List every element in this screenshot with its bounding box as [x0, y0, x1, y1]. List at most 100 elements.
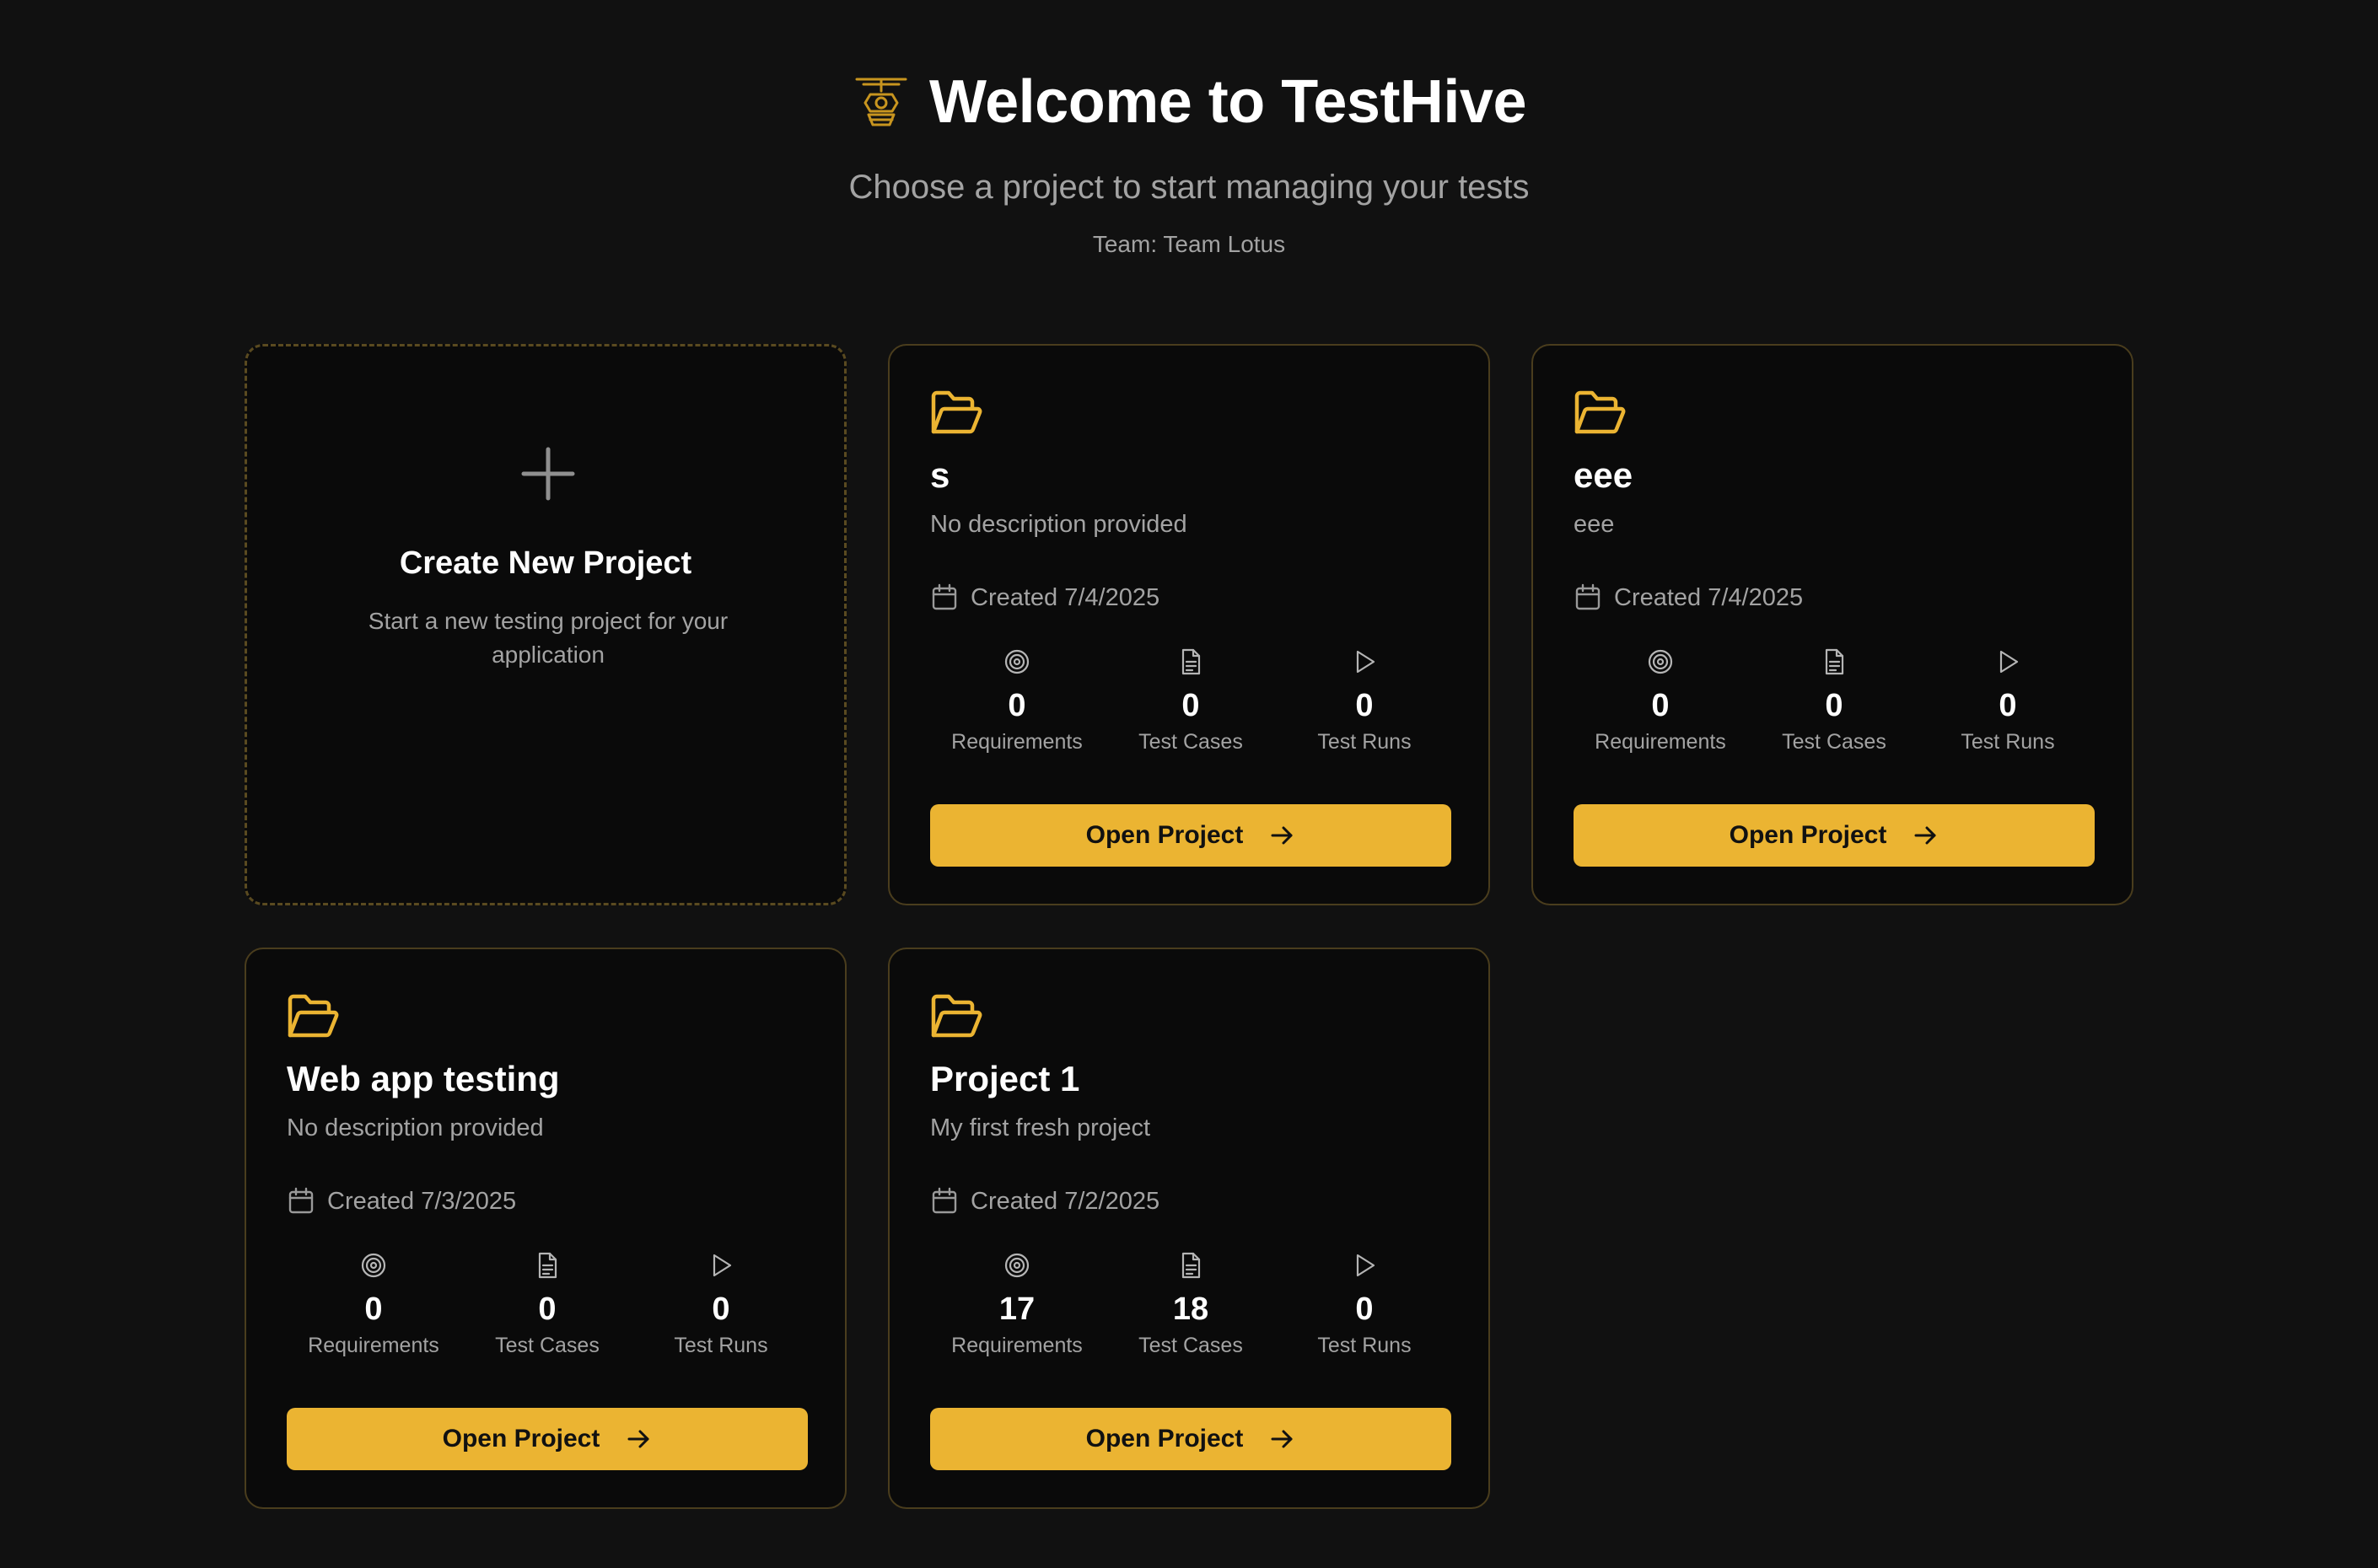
project-stats: 0 Requirements 0 Test Cases 0 Test Runs: [1574, 647, 2095, 765]
stat-label: Test Runs: [1961, 730, 2055, 754]
folder-open-icon: [288, 994, 339, 1038]
open-project-button[interactable]: Open Project: [930, 1408, 1451, 1470]
project-selection-page: Welcome to TestHive Choose a project to …: [0, 0, 2378, 1568]
open-project-label: Open Project: [1729, 821, 1887, 849]
stat-value: 17: [998, 1291, 1036, 1327]
document-icon: [1181, 1252, 1201, 1279]
stat-label: Test Runs: [674, 1334, 768, 1357]
project-name: Web app testing: [287, 1059, 560, 1098]
folder-open-icon: [1574, 390, 1626, 434]
calendar-icon: [1575, 583, 1601, 610]
document-icon: [1181, 648, 1201, 675]
target-icon: [1004, 1253, 1030, 1278]
calendar-icon: [288, 1187, 314, 1214]
project-card: Web app testing No description provided …: [245, 948, 847, 1509]
stat-value: 0: [1355, 1291, 1374, 1327]
stat-value: 0: [1999, 688, 2017, 723]
project-stats: 0 Requirements 0 Test Cases 0 Test Runs: [287, 1251, 808, 1369]
page-subtitle: Choose a project to start managing your …: [848, 169, 1530, 206]
project-stats: 0 Requirements 0 Test Cases 0 Test Runs: [930, 647, 1451, 765]
arrow-right-icon: [1271, 1430, 1293, 1448]
stat-label: Requirements: [308, 1334, 439, 1357]
open-project-button[interactable]: Open Project: [930, 804, 1451, 867]
stat-value: 0: [1355, 688, 1374, 723]
stat-label: Test Cases: [495, 1334, 600, 1357]
project-card: Project 1 My first fresh project Created…: [888, 948, 1490, 1509]
create-project-title: Create New Project: [399, 545, 692, 581]
arrow-right-icon: [1914, 826, 1936, 845]
stat-test-cases: 18 Test Cases: [1104, 1251, 1278, 1369]
stat-label: Requirements: [951, 1334, 1083, 1357]
stat-label: Test Cases: [1138, 730, 1243, 754]
project-created-date: Created 7/4/2025: [930, 583, 1159, 612]
document-icon: [538, 1252, 557, 1279]
arrow-right-icon: [1271, 826, 1293, 845]
stat-label: Test Cases: [1782, 730, 1886, 754]
stat-value: 0: [712, 1291, 730, 1327]
project-description: eee: [1574, 511, 1615, 538]
stat-value: 0: [1651, 688, 1670, 723]
stat-value: 0: [1008, 688, 1026, 723]
project-description: No description provided: [287, 1114, 544, 1141]
stat-value: 0: [1181, 688, 1200, 723]
stat-requirements: 0 Requirements: [930, 647, 1104, 765]
open-project-label: Open Project: [442, 1425, 600, 1453]
play-icon: [713, 1254, 732, 1277]
play-icon: [1356, 650, 1375, 674]
document-icon: [1825, 648, 1844, 675]
created-label: Created 7/4/2025: [1614, 583, 1804, 611]
open-project-label: Open Project: [1085, 821, 1244, 849]
created-label: Created 7/2/2025: [971, 1187, 1160, 1215]
stat-test-cases: 0 Test Cases: [1747, 647, 1921, 765]
open-project-button[interactable]: Open Project: [287, 1408, 808, 1470]
stat-label: Test Runs: [1317, 1334, 1412, 1357]
arrow-right-icon: [627, 1430, 649, 1448]
hive-drone-icon: [855, 78, 907, 126]
project-stats: 17 Requirements 18 Test Cases 0 Test Run…: [930, 1251, 1451, 1369]
calendar-icon: [932, 1187, 957, 1214]
play-icon: [1356, 1254, 1375, 1277]
stat-test-runs: 0 Test Runs: [1278, 1251, 1451, 1369]
project-card: s No description provided Created 7/4/20…: [888, 344, 1490, 905]
project-name: s: [930, 455, 950, 495]
page-title: Welcome to TestHive: [928, 68, 1527, 136]
create-project-description: Start a new testing project for your app…: [368, 608, 729, 668]
team-label: Team: Team Lotus: [1092, 231, 1286, 257]
project-name: eee: [1574, 455, 1633, 495]
created-label: Created 7/4/2025: [971, 583, 1160, 611]
stat-test-runs: 0 Test Runs: [1278, 647, 1451, 765]
project-name: Project 1: [930, 1059, 1080, 1098]
stat-label: Test Runs: [1317, 730, 1412, 754]
stat-value: 0: [538, 1291, 557, 1327]
project-created-date: Created 7/2/2025: [930, 1187, 1159, 1216]
project-description: No description provided: [930, 511, 1187, 538]
project-created-date: Created 7/3/2025: [287, 1187, 516, 1216]
stat-test-cases: 0 Test Cases: [1104, 647, 1278, 765]
stat-value: 0: [364, 1291, 383, 1327]
project-description: My first fresh project: [930, 1114, 1151, 1141]
stat-label: Requirements: [951, 730, 1083, 754]
create-project-card[interactable]: Create New Project Start a new testing p…: [245, 344, 847, 905]
stat-label: Test Cases: [1138, 1334, 1243, 1357]
title-row: Welcome to TestHive: [0, 67, 2378, 137]
target-icon: [1004, 649, 1030, 674]
stat-value: 0: [1825, 688, 1843, 723]
calendar-icon: [932, 583, 957, 610]
stat-test-runs: 0 Test Runs: [1921, 647, 2095, 765]
project-created-date: Created 7/4/2025: [1574, 583, 1803, 612]
plus-icon: [521, 447, 575, 501]
stat-value: 18: [1172, 1291, 1209, 1327]
play-icon: [1999, 650, 2019, 674]
target-icon: [361, 1253, 386, 1278]
created-label: Created 7/3/2025: [327, 1187, 517, 1215]
project-card: eee eee Created 7/4/2025 0 Requirements …: [1531, 344, 2133, 905]
open-project-button[interactable]: Open Project: [1574, 804, 2095, 867]
stat-requirements: 0 Requirements: [1574, 647, 1747, 765]
stat-label: Requirements: [1595, 730, 1726, 754]
folder-open-icon: [931, 994, 982, 1038]
target-icon: [1648, 649, 1673, 674]
stat-test-runs: 0 Test Runs: [634, 1251, 808, 1369]
stat-requirements: 0 Requirements: [287, 1251, 460, 1369]
folder-open-icon: [931, 390, 982, 434]
stat-test-cases: 0 Test Cases: [460, 1251, 634, 1369]
